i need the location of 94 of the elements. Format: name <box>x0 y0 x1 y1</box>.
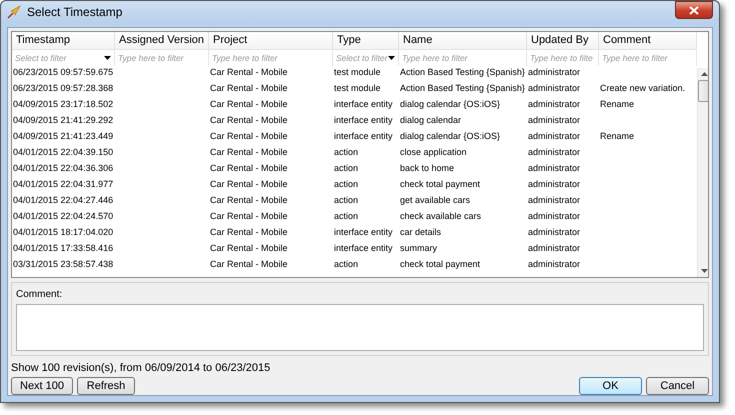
column-header[interactable]: Name <box>399 32 527 50</box>
table-cell-text: 06/23/2015 09:57:59.675 <box>12 66 114 79</box>
table-cell-text: 04/01/2015 22:04:27.446 <box>12 194 114 207</box>
table-cell-text: 04/09/2015 21:41:29.292 <box>12 114 114 127</box>
table-cell-text: Car Rental - Mobile <box>209 226 289 239</box>
table-cell-text: administrator <box>527 98 582 111</box>
close-button[interactable] <box>675 1 713 19</box>
table-cell-text: close application <box>399 146 468 159</box>
placeholder-text: Select to filter <box>15 53 66 63</box>
table-cell-text: 04/09/2015 23:17:18.502 <box>12 98 114 111</box>
table-cell-text: check available cars <box>399 210 482 223</box>
column-header[interactable]: Updated By <box>527 32 599 50</box>
table-cell-text: dialog calendar {OS:iOS} <box>399 98 502 111</box>
dialog-button[interactable]: OK <box>579 377 642 395</box>
table-cell-text: administrator <box>527 114 582 127</box>
table-cell-text: Car Rental - Mobile <box>209 178 289 191</box>
pin-icon <box>7 5 21 19</box>
scroll-up-icon[interactable] <box>701 72 708 76</box>
table-cell-text: get available cars <box>399 194 472 207</box>
table-cell-text: administrator <box>527 194 582 207</box>
dropdown-arrow-icon <box>388 56 395 60</box>
table-cell-text: check total payment <box>399 178 482 191</box>
table-cell-text: administrator <box>527 258 582 271</box>
dialog-button[interactable]: Refresh <box>77 377 136 395</box>
table-cell-text: Car Rental - Mobile <box>209 130 289 143</box>
table-cell-text: Car Rental - Mobile <box>209 210 289 223</box>
table-cell-text: 04/01/2015 22:04:31.977 <box>12 178 114 191</box>
table-cell-text: dialog calendar {OS:iOS} <box>399 130 502 143</box>
table-cell-text: Car Rental - Mobile <box>209 98 289 111</box>
column-header[interactable]: Project <box>209 32 333 50</box>
table-cell-text: test module <box>333 66 382 79</box>
table-cell-text: action <box>333 146 360 159</box>
table-cell-text: 04/01/2015 22:04:36.306 <box>12 162 114 175</box>
table-cell-text: Car Rental - Mobile <box>209 258 289 271</box>
table-cell-text: Car Rental - Mobile <box>209 146 289 159</box>
column-header[interactable]: Timestamp <box>12 32 115 50</box>
table-cell-text: interface entity <box>333 226 394 239</box>
table-cell-text: action <box>333 194 360 207</box>
scroll-thumb[interactable] <box>698 80 708 102</box>
scroll-down-icon[interactable] <box>701 269 708 273</box>
table-cell-text: 06/23/2015 09:57:28.368 <box>12 82 114 95</box>
scrollbar[interactable] <box>697 68 708 277</box>
comment-field[interactable] <box>16 304 704 351</box>
table-cell-text: Action Based Testing {Spanish} <box>399 82 526 95</box>
table-cell-text: administrator <box>527 82 582 95</box>
table-cell-text: Rename <box>599 98 636 111</box>
table-cell-text: 04/01/2015 22:04:39.150 <box>12 146 114 159</box>
table-cell-text: Car Rental - Mobile <box>209 82 289 95</box>
table-cell-text: check total payment <box>399 258 482 271</box>
table-cell-text: action <box>333 210 360 223</box>
window-title: Select Timestamp <box>27 5 124 19</box>
table-cell-text: administrator <box>527 178 582 191</box>
table-cell-text: dialog calendar <box>399 114 462 127</box>
table-cell-text: 04/01/2015 17:33:58.416 <box>12 242 114 255</box>
table-cell-text: Create new variation. <box>599 82 686 95</box>
table-cell-text: administrator <box>527 162 582 175</box>
table-cell-text: interface entity <box>333 114 394 127</box>
table-cell-text: interface entity <box>333 98 394 111</box>
comment-label: Comment: <box>16 289 64 300</box>
table-cell-text: Rename <box>599 130 636 143</box>
table-cell-text: Car Rental - Mobile <box>209 194 289 207</box>
table-cell-text: action <box>333 258 360 271</box>
table-cell-text: administrator <box>527 210 582 223</box>
table-cell-text: Car Rental - Mobile <box>209 242 289 255</box>
column-header[interactable]: Assigned Version <box>115 32 209 50</box>
table-cell-text: 04/01/2015 18:17:04.020 <box>12 226 114 239</box>
table-cell-text: Car Rental - Mobile <box>209 114 289 127</box>
table-cell-text: summary <box>399 242 438 255</box>
table-cell-text: back to home <box>399 162 456 175</box>
table-cell-text: Action Based Testing {Spanish} <box>399 66 526 79</box>
table-cell-text: administrator <box>527 130 582 143</box>
dialog-button[interactable]: Cancel <box>646 377 709 395</box>
status-text: Show 100 revision(s), from 06/09/2014 to 06/23/2015 <box>11 362 272 374</box>
column-header[interactable]: Type <box>333 32 399 50</box>
close-icon <box>689 6 699 14</box>
table-cell-text: 04/01/2015 22:04:24.570 <box>12 210 114 223</box>
table-cell-text: administrator <box>527 242 582 255</box>
placeholder-text: Select to filter <box>336 53 388 63</box>
dropdown-arrow-icon <box>104 56 111 60</box>
table-cell-text: test module <box>333 82 382 95</box>
table-cell-text: Car Rental - Mobile <box>209 162 289 175</box>
column-header[interactable]: Comment <box>599 32 697 50</box>
table-cell-text: action <box>333 162 360 175</box>
dialog-button[interactable]: Next 100 <box>11 377 74 395</box>
table-cell-text: car details <box>399 226 442 239</box>
table-cell-text: action <box>333 178 360 191</box>
table-cell-text: administrator <box>527 146 582 159</box>
table-cell-text: 04/09/2015 21:41:23.449 <box>12 130 114 143</box>
table-cell-text: administrator <box>527 226 582 239</box>
table-cell-text: interface entity <box>333 130 394 143</box>
table-cell-text: administrator <box>527 66 582 79</box>
table-cell-text: 03/31/2015 23:58:57.438 <box>12 258 114 271</box>
table-cell-text: interface entity <box>333 242 394 255</box>
table-cell-text: Car Rental - Mobile <box>209 66 289 79</box>
